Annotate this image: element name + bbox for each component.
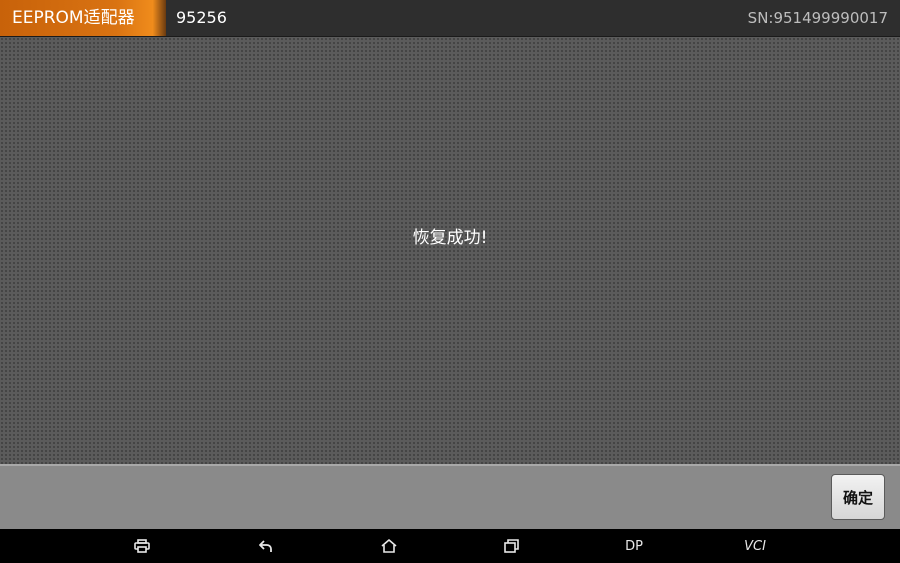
title-bar: EEPROM适配器 95256 SN:951499990017	[0, 0, 900, 37]
system-nav-bar: DP VCI	[0, 529, 900, 563]
vci-label: VCI	[744, 538, 766, 554]
dp-label: DP	[625, 538, 643, 554]
ok-button[interactable]: 确定	[831, 474, 885, 520]
action-bar: 确定	[0, 464, 900, 529]
recent-apps-icon[interactable]	[491, 529, 531, 563]
content-area: 恢复成功!	[0, 37, 900, 464]
screen: EEPROM适配器 95256 SN:951499990017 恢复成功! 确定	[0, 0, 900, 563]
back-icon[interactable]	[246, 529, 286, 563]
app-code: 95256	[176, 8, 227, 27]
app-title: EEPROM适配器	[0, 0, 166, 36]
dp-button[interactable]: DP	[614, 529, 654, 563]
status-message: 恢复成功!	[412, 228, 488, 248]
serial-number: SN:951499990017	[747, 9, 888, 27]
vci-button[interactable]: VCI	[735, 529, 775, 563]
print-icon[interactable]	[122, 529, 162, 563]
home-icon[interactable]	[369, 529, 409, 563]
